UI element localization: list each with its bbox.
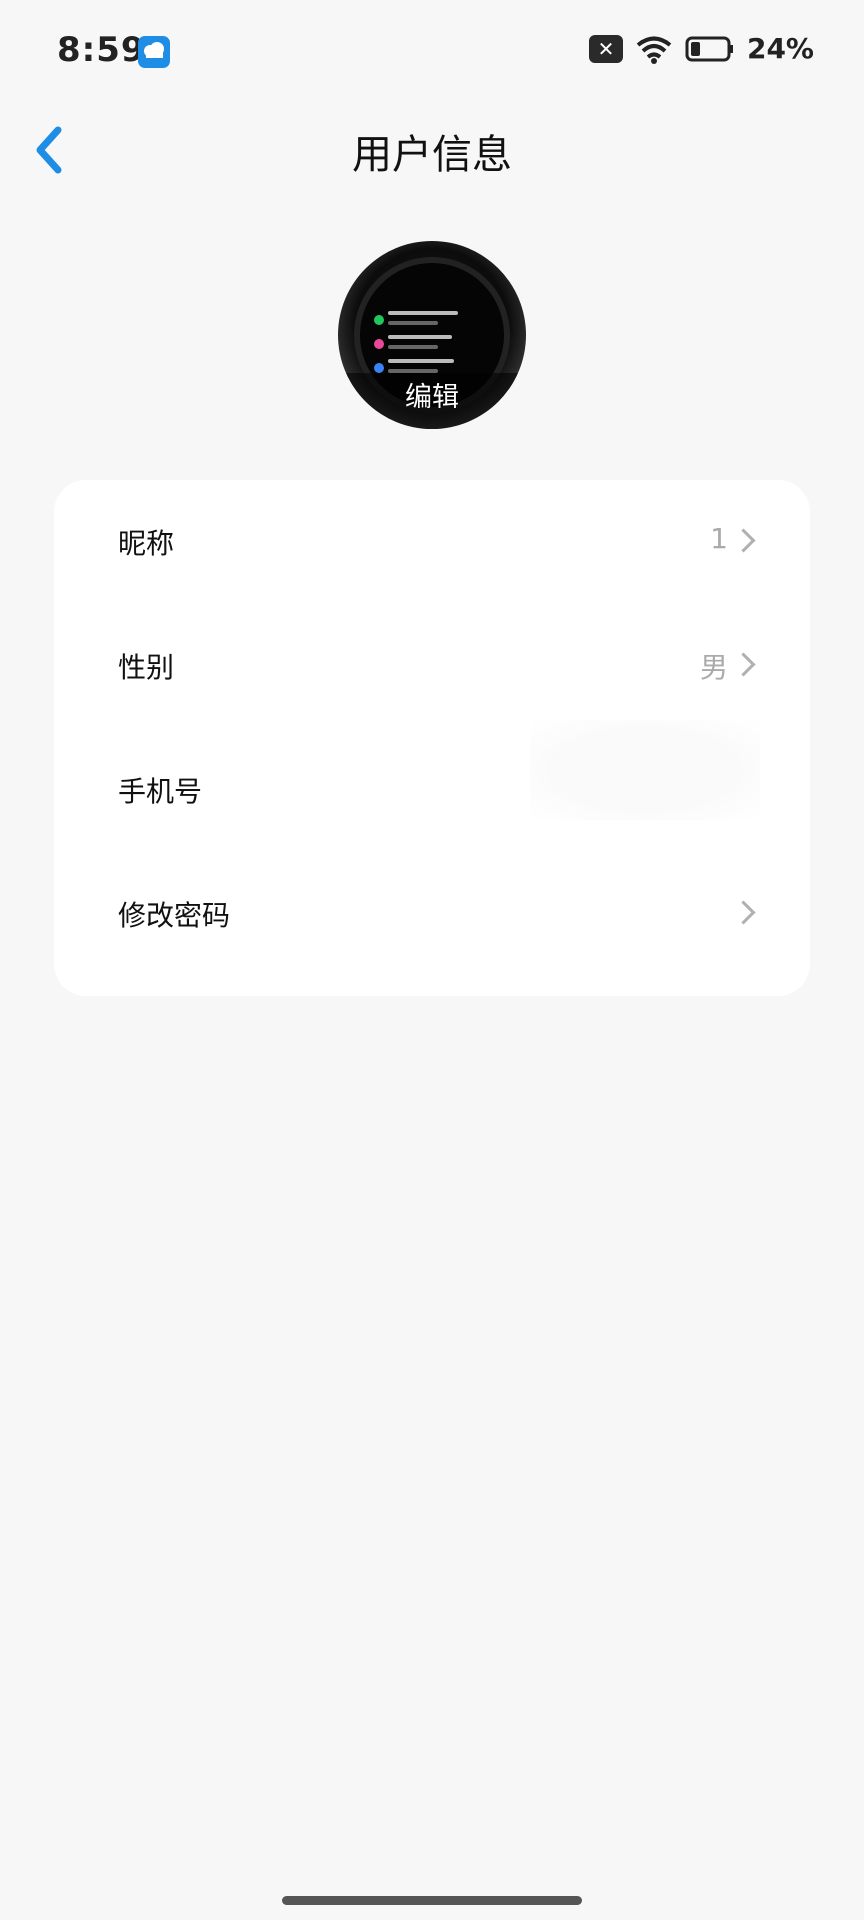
profile-settings-card: 昵称 1 性别 男 手机号 15 修改密码 bbox=[54, 480, 810, 996]
home-indicator[interactable] bbox=[282, 1896, 582, 1905]
row-change-password[interactable]: 修改密码 bbox=[54, 852, 810, 976]
row-label: 昵称 bbox=[118, 527, 175, 560]
page-title: 用户信息 bbox=[352, 132, 512, 178]
weather-app-icon bbox=[138, 36, 170, 68]
wifi-icon bbox=[636, 36, 672, 64]
row-value: 男 bbox=[699, 651, 728, 684]
row-gender[interactable]: 性别 男 bbox=[54, 604, 810, 728]
chevron-right-icon bbox=[731, 900, 756, 925]
avatar[interactable]: 编辑 bbox=[338, 241, 526, 429]
battery-percent: 24% bbox=[746, 32, 814, 65]
sim-disabled-icon: ✕ bbox=[588, 34, 623, 63]
chevron-right-icon bbox=[731, 652, 756, 677]
status-icons: ✕ 24% bbox=[588, 32, 814, 65]
battery-icon bbox=[685, 36, 733, 61]
header: 用户信息 bbox=[0, 100, 864, 200]
status-bar: 8:59 ✕ 24% bbox=[0, 0, 864, 100]
status-time: 8:59 bbox=[57, 30, 146, 70]
row-label: 修改密码 bbox=[118, 899, 231, 932]
row-label: 手机号 bbox=[118, 775, 203, 808]
chevron-right-icon bbox=[731, 528, 756, 553]
row-nickname[interactable]: 昵称 1 bbox=[54, 480, 810, 604]
row-label: 性别 bbox=[118, 651, 175, 684]
phone-redaction-blur bbox=[530, 720, 760, 820]
avatar-edit-label: 编辑 bbox=[338, 373, 526, 429]
row-value: 1 bbox=[710, 522, 728, 555]
